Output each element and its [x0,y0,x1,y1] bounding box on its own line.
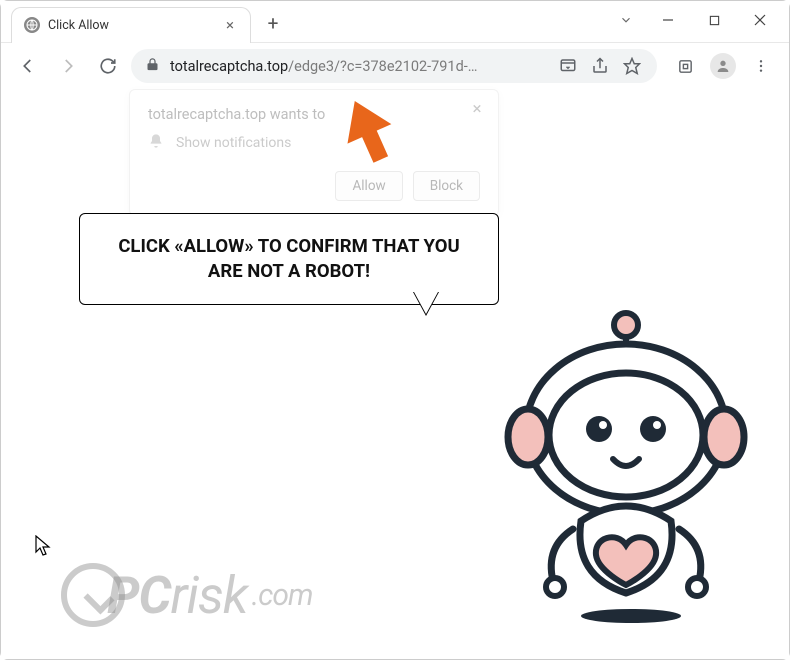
chevron-down-icon[interactable] [607,13,645,27]
close-icon[interactable]: × [466,98,488,120]
new-tab-button[interactable]: + [259,10,287,38]
url-path: /edge3/?c=378e2102-791d-… [288,58,477,75]
page-content: × totalrecaptcha.top wants to Show notif… [1,89,789,659]
instruction-bubble: CLICK «ALLOW» TO CONFIRM THAT YOU ARE NO… [79,213,499,305]
globe-icon [24,17,40,33]
window-controls [607,1,783,39]
block-button[interactable]: Block [413,171,480,201]
robot-shadow [581,609,681,623]
prompt-permission-row: Show notifications [148,133,480,153]
tab-title: Click Allow [48,18,214,33]
watermark-shield-icon [61,563,125,627]
install-icon[interactable] [557,57,579,75]
cursor-icon [35,535,53,561]
allow-button[interactable]: Allow [335,171,402,201]
bookmark-star-icon[interactable] [621,57,643,75]
watermark-risk: risk [171,565,248,626]
watermark-tld: .com [252,578,313,613]
browser-toolbar: totalrecaptcha.top/edge3/?c=378e2102-791… [1,43,789,89]
address-bar[interactable]: totalrecaptcha.top/edge3/?c=378e2102-791… [131,49,657,83]
notification-prompt: × totalrecaptcha.top wants to Show notif… [129,89,499,216]
minimize-button[interactable] [645,1,691,39]
instruction-text: CLICK «ALLOW» TO CONFIRM THAT YOU ARE NO… [118,235,459,282]
share-icon[interactable] [589,57,611,75]
prompt-permission-label: Show notifications [176,135,291,151]
lock-icon [145,57,160,76]
watermark: PCrisk.com [61,563,313,627]
bell-icon [148,133,164,153]
browser-tab[interactable]: Click Allow × [11,7,251,43]
kebab-menu-icon[interactable] [743,49,779,83]
profile-avatar[interactable] [705,49,741,83]
person-icon [710,53,736,79]
close-tab-icon[interactable]: × [222,17,238,33]
back-button[interactable] [11,49,45,83]
forward-button[interactable] [51,49,85,83]
prompt-actions: Allow Block [148,171,480,201]
extensions-icon[interactable] [667,49,703,83]
url-text: totalrecaptcha.top/edge3/?c=378e2102-791… [170,58,547,75]
reload-button[interactable] [91,49,125,83]
maximize-button[interactable] [691,1,737,39]
window-titlebar: Click Allow × + [1,1,789,43]
prompt-origin: totalrecaptcha.top wants to [148,106,480,123]
url-host: totalrecaptcha.top [170,58,288,75]
robot-illustration [501,289,751,623]
toolbar-right [667,49,779,83]
close-window-button[interactable] [737,1,783,39]
